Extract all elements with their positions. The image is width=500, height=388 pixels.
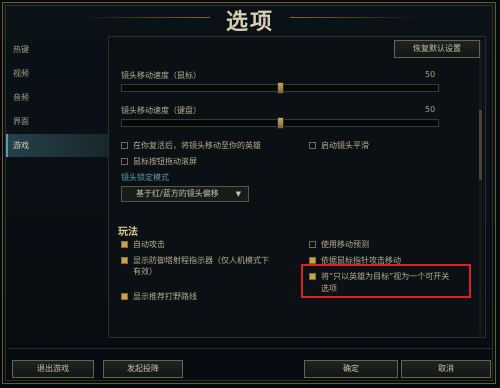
mouse-camera-speed-value: 50 bbox=[425, 70, 436, 79]
mouse-camera-speed-label: 镜头移动速度（鼠标） bbox=[121, 71, 201, 80]
sidebar-item-video[interactable]: 视频 bbox=[6, 62, 110, 85]
attack-move-on-cursor-checkbox[interactable] bbox=[309, 257, 316, 264]
surrender-button[interactable]: 发起投降 bbox=[103, 360, 183, 378]
sidebar-nav: 热键 视频 音频 界面 游戏 bbox=[6, 38, 110, 158]
movement-prediction-checkbox[interactable] bbox=[309, 241, 316, 248]
camera-lock-mode-label: 镜头锁定模式 bbox=[121, 173, 169, 182]
camera-smoothing-checkbox[interactable] bbox=[309, 142, 316, 149]
mouse-drag-scroll-checkbox[interactable] bbox=[121, 158, 128, 165]
jungle-path-checkbox[interactable] bbox=[121, 293, 128, 300]
camera-lock-mode-selected: 基于红/蓝方的镜头偏移 bbox=[136, 189, 219, 198]
sidebar-item-interface[interactable]: 界面 bbox=[6, 110, 110, 133]
tower-range-indicator-label-line2: 有效） bbox=[133, 267, 157, 276]
keyboard-camera-speed-slider-thumb[interactable] bbox=[277, 117, 284, 129]
highlight-annotation bbox=[301, 264, 471, 298]
sidebar-item-audio[interactable]: 音频 bbox=[6, 86, 110, 109]
keyboard-camera-speed-value: 50 bbox=[425, 105, 436, 114]
sidebar-item-hotkeys[interactable]: 热键 bbox=[6, 38, 110, 61]
ok-button[interactable]: 确定 bbox=[304, 360, 398, 378]
footer-divider bbox=[8, 348, 492, 349]
move-camera-on-respawn-checkbox[interactable] bbox=[121, 142, 128, 149]
restore-defaults-button[interactable]: 恢复默认设置 bbox=[394, 40, 480, 58]
movement-prediction-label: 使用移动预测 bbox=[321, 240, 369, 249]
keyboard-camera-speed-slider[interactable] bbox=[121, 117, 439, 129]
auto-attack-label: 自动攻击 bbox=[133, 240, 165, 249]
camera-lock-mode-dropdown[interactable]: 基于红/蓝方的镜头偏移 ▼ bbox=[121, 186, 249, 202]
exit-game-button[interactable]: 退出游戏 bbox=[12, 360, 94, 378]
mouse-camera-speed-slider[interactable] bbox=[121, 82, 439, 94]
sidebar-item-game[interactable]: 游戏 bbox=[6, 134, 110, 157]
mouse-camera-speed-slider-thumb[interactable] bbox=[277, 82, 284, 94]
auto-attack-checkbox[interactable] bbox=[121, 241, 128, 248]
camera-smoothing-label: 启动镜头平滑 bbox=[321, 141, 369, 150]
jungle-path-label: 显示推荐打野路线 bbox=[133, 292, 197, 301]
scrollbar-thumb[interactable] bbox=[479, 110, 482, 180]
tower-range-indicator-checkbox[interactable] bbox=[121, 257, 128, 264]
dialog-title: 选项 bbox=[225, 9, 274, 35]
keyboard-camera-speed-label: 镜头移动速度（键盘） bbox=[121, 106, 201, 115]
cancel-button[interactable]: 取消 bbox=[401, 360, 491, 378]
mouse-drag-scroll-label: 鼠标按钮拖动滚屏 bbox=[133, 157, 197, 166]
gameplay-section-title: 玩法 bbox=[118, 227, 138, 238]
chevron-down-icon: ▼ bbox=[235, 190, 241, 198]
move-camera-on-respawn-label: 在你复活后，将镜头移动至你的英雄 bbox=[133, 141, 261, 150]
panel-scrollbar[interactable] bbox=[479, 40, 482, 335]
tower-range-indicator-label-line1: 显示防御塔射程指示器（仅人机模式下 bbox=[133, 256, 269, 265]
